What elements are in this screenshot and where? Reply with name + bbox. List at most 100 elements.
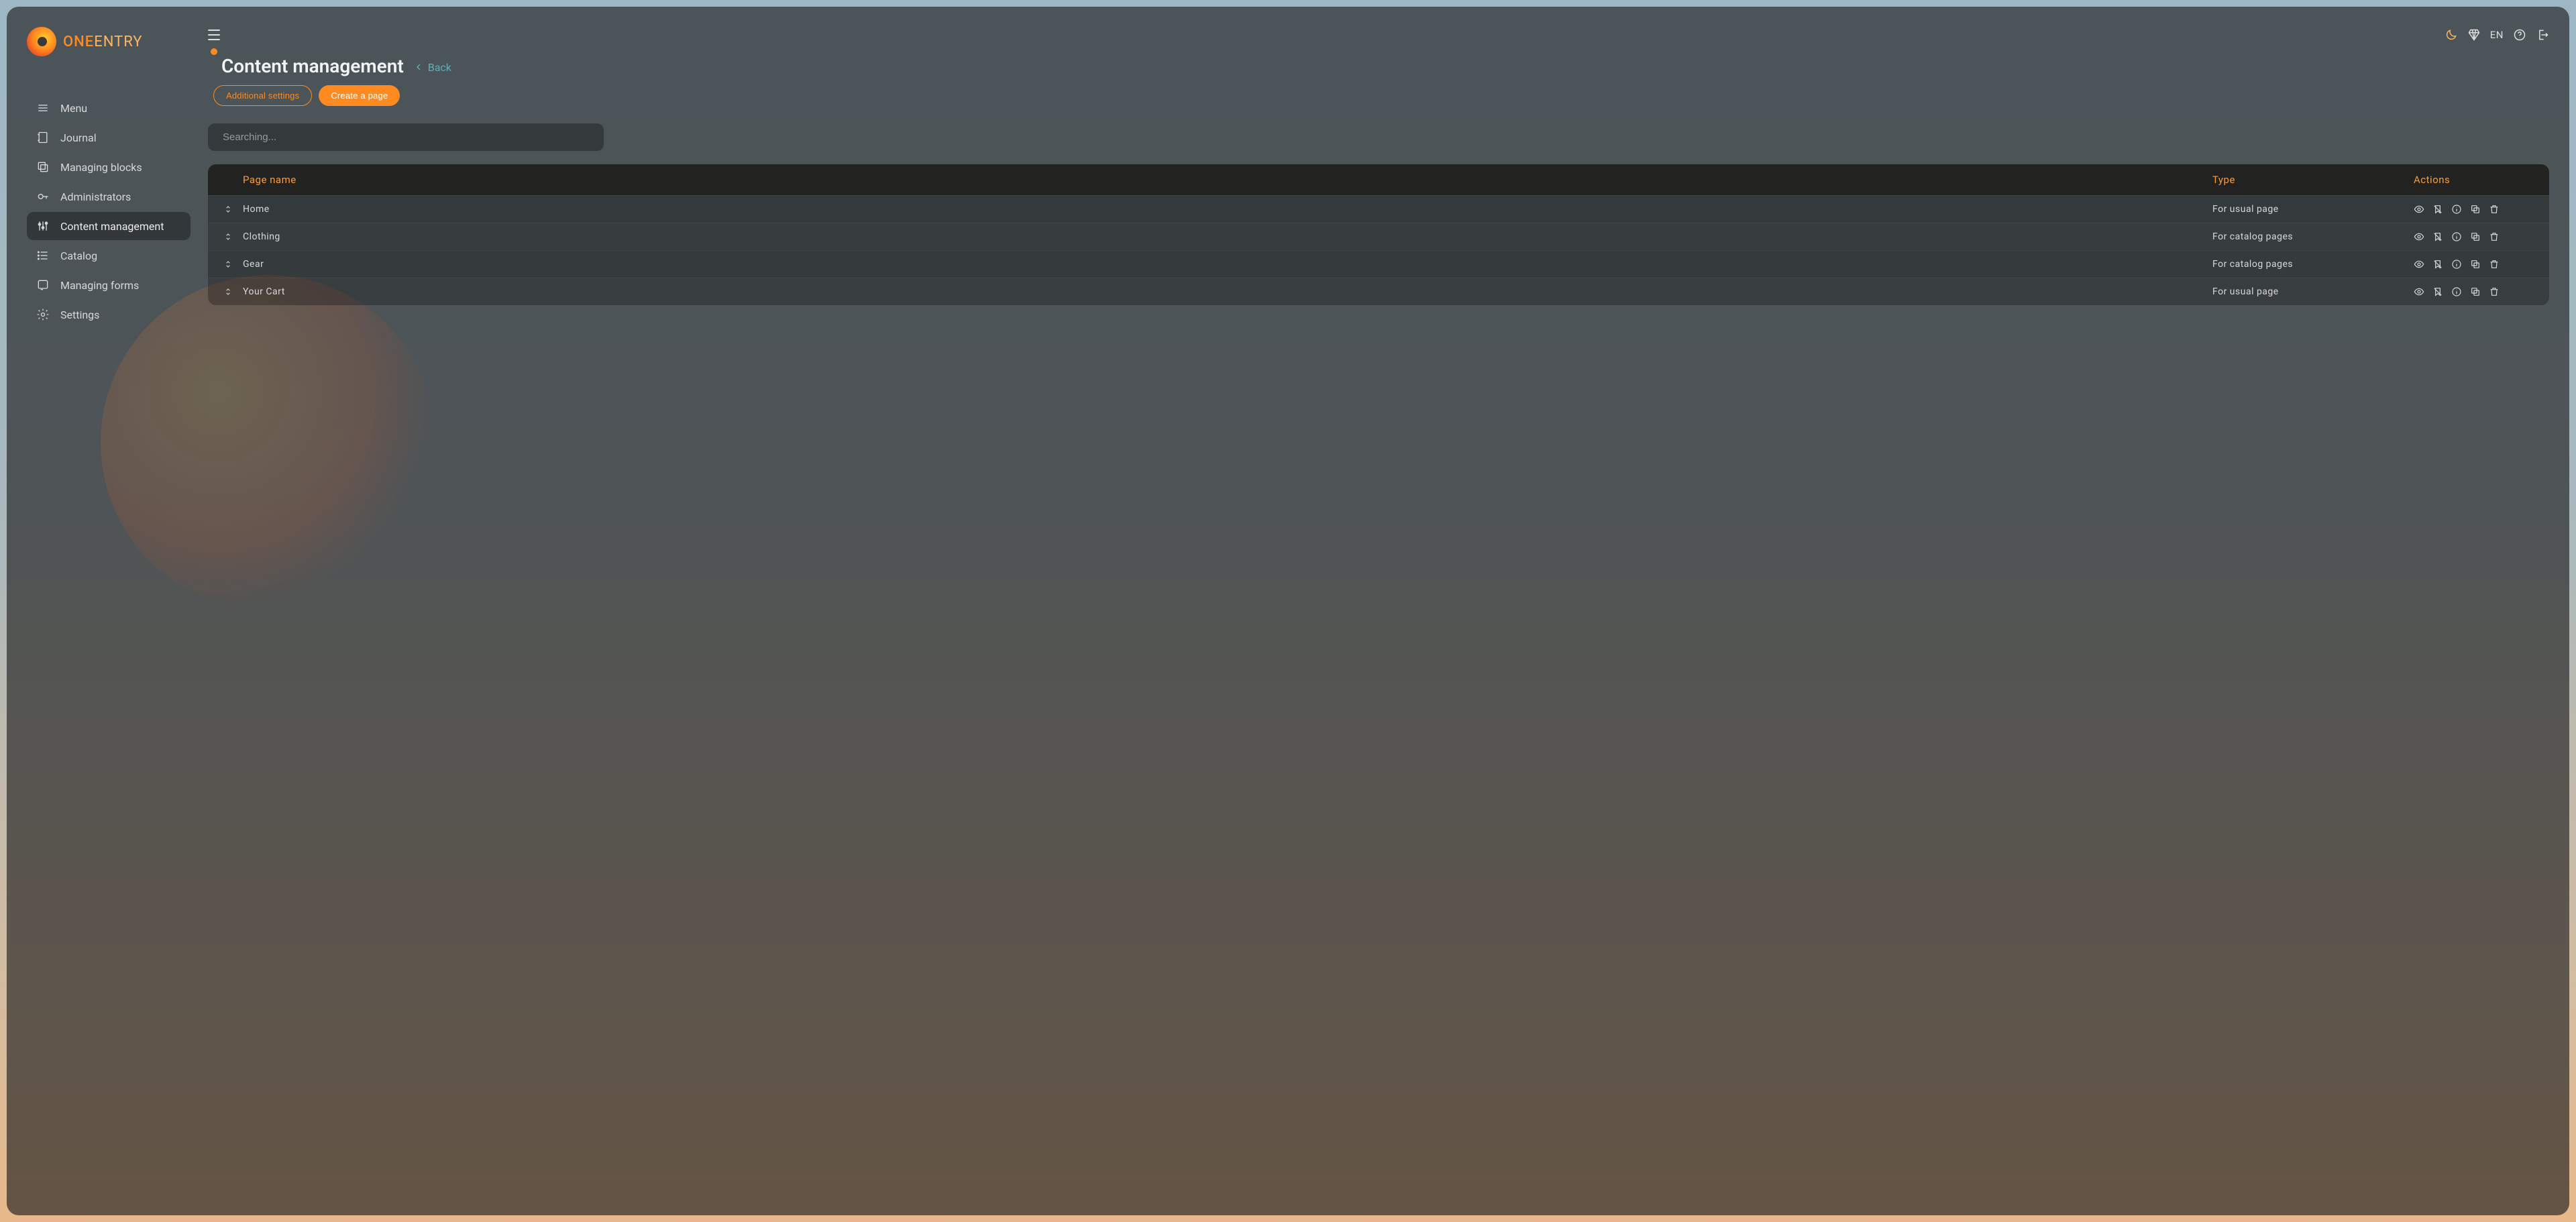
key-icon <box>36 190 50 203</box>
bookmark-off-icon <box>2432 286 2443 297</box>
design-tools[interactable] <box>2467 28 2481 42</box>
moon-icon <box>2445 28 2458 42</box>
back-link[interactable]: Back <box>413 61 451 74</box>
additional-settings-button[interactable]: Additional settings <box>213 85 312 106</box>
app-window: ONEENTRY Menu Journal Managing blocks Admin… <box>7 7 2569 1215</box>
info-action[interactable] <box>2451 204 2462 215</box>
drag-handle[interactable] <box>213 287 243 296</box>
bookmark-off-icon <box>2432 259 2443 270</box>
copy-icon <box>2470 259 2481 270</box>
sort-icon <box>223 260 233 269</box>
header-accent-dot <box>211 48 217 55</box>
eye-icon <box>2414 259 2424 270</box>
brand-name: ONEENTRY <box>63 34 142 50</box>
eye-action[interactable] <box>2414 259 2424 270</box>
sort-icon <box>223 287 233 296</box>
table-body: HomeFor usual pageClothingFor catalog pa… <box>208 195 2549 305</box>
info-action[interactable] <box>2451 231 2462 242</box>
row-name: Gear <box>243 259 2212 270</box>
sidebar-item-journal[interactable]: Journal <box>27 123 191 152</box>
page-header: Content management Back <box>208 55 2549 77</box>
sidebar-item-menu[interactable]: Menu <box>27 94 191 122</box>
table-row[interactable]: HomeFor usual page <box>208 195 2549 223</box>
logout-button[interactable] <box>2536 28 2549 42</box>
brand-mark-icon <box>27 27 56 56</box>
row-actions <box>2414 231 2534 242</box>
brand-logo[interactable]: ONEENTRY <box>27 27 191 56</box>
language-selector[interactable]: EN <box>2490 29 2504 41</box>
sidebar: ONEENTRY Menu Journal Managing blocks Admin… <box>7 7 201 1215</box>
table-row[interactable]: Your CartFor usual page <box>208 278 2549 305</box>
sidebar-item-managing-blocks[interactable]: Managing blocks <box>27 153 191 181</box>
col-name: Page name <box>243 174 2212 186</box>
copy-icon <box>2470 231 2481 242</box>
sidebar-item-settings[interactable]: Settings <box>27 300 191 329</box>
search-container <box>208 123 2549 151</box>
logout-icon <box>2536 28 2549 42</box>
theme-toggle[interactable] <box>2445 28 2458 42</box>
help-button[interactable] <box>2513 28 2526 42</box>
action-buttons: Additional settings Create a page <box>208 85 2549 106</box>
sidebar-item-label: Journal <box>60 131 97 144</box>
drag-handle[interactable] <box>213 232 243 241</box>
forms-icon <box>36 278 50 292</box>
top-actions: EN <box>2445 28 2549 42</box>
sidebar-item-label: Managing blocks <box>60 161 142 174</box>
info-icon <box>2451 231 2462 242</box>
row-type: For catalog pages <box>2212 231 2414 242</box>
copy-icon <box>2470 204 2481 215</box>
copy-action[interactable] <box>2470 204 2481 215</box>
hamburger-button[interactable] <box>208 27 224 43</box>
bookmark-off-action[interactable] <box>2432 204 2443 215</box>
bookmark-off-action[interactable] <box>2432 286 2443 297</box>
trash-action[interactable] <box>2489 286 2500 297</box>
sliders-icon <box>36 219 50 233</box>
trash-action[interactable] <box>2489 204 2500 215</box>
copy-action[interactable] <box>2470 259 2481 270</box>
trash-icon <box>2489 204 2500 215</box>
sidebar-item-label: Managing forms <box>60 279 139 292</box>
drag-handle[interactable] <box>213 205 243 214</box>
menu-icon <box>36 101 50 115</box>
copy-action[interactable] <box>2470 231 2481 242</box>
sidebar-nav: Menu Journal Managing blocks Administrators… <box>27 94 191 329</box>
eye-action[interactable] <box>2414 286 2424 297</box>
copy-icon <box>2470 286 2481 297</box>
search-input[interactable] <box>208 123 604 151</box>
row-actions <box>2414 204 2534 215</box>
trash-action[interactable] <box>2489 231 2500 242</box>
info-action[interactable] <box>2451 259 2462 270</box>
eye-icon <box>2414 204 2424 215</box>
gear-icon <box>36 308 50 321</box>
bookmark-off-action[interactable] <box>2432 231 2443 242</box>
sidebar-item-managing-forms[interactable]: Managing forms <box>27 271 191 299</box>
pages-table: Page name Type Actions HomeFor usual pag… <box>208 164 2549 305</box>
copy-action[interactable] <box>2470 286 2481 297</box>
list-icon <box>36 249 50 262</box>
sidebar-item-content-management[interactable]: Content management <box>27 212 191 240</box>
row-actions <box>2414 286 2534 297</box>
sidebar-item-catalog[interactable]: Catalog <box>27 241 191 270</box>
sidebar-item-label: Settings <box>60 309 99 321</box>
eye-icon <box>2414 286 2424 297</box>
eye-action[interactable] <box>2414 204 2424 215</box>
info-icon <box>2451 204 2462 215</box>
row-name: Your Cart <box>243 286 2212 297</box>
bookmark-off-icon <box>2432 231 2443 242</box>
main-content: EN Content management Back Additional se… <box>201 7 2569 1215</box>
table-header: Page name Type Actions <box>208 164 2549 195</box>
info-action[interactable] <box>2451 286 2462 297</box>
drag-handle[interactable] <box>213 260 243 269</box>
back-label: Back <box>428 61 451 74</box>
sidebar-item-administrators[interactable]: Administrators <box>27 182 191 211</box>
trash-icon <box>2489 259 2500 270</box>
trash-icon <box>2489 286 2500 297</box>
trash-action[interactable] <box>2489 259 2500 270</box>
eye-action[interactable] <box>2414 231 2424 242</box>
table-row[interactable]: ClothingFor catalog pages <box>208 223 2549 250</box>
bookmark-off-action[interactable] <box>2432 259 2443 270</box>
row-name: Clothing <box>243 231 2212 242</box>
create-page-button[interactable]: Create a page <box>319 85 400 106</box>
row-type: For usual page <box>2212 204 2414 215</box>
table-row[interactable]: GearFor catalog pages <box>208 250 2549 278</box>
